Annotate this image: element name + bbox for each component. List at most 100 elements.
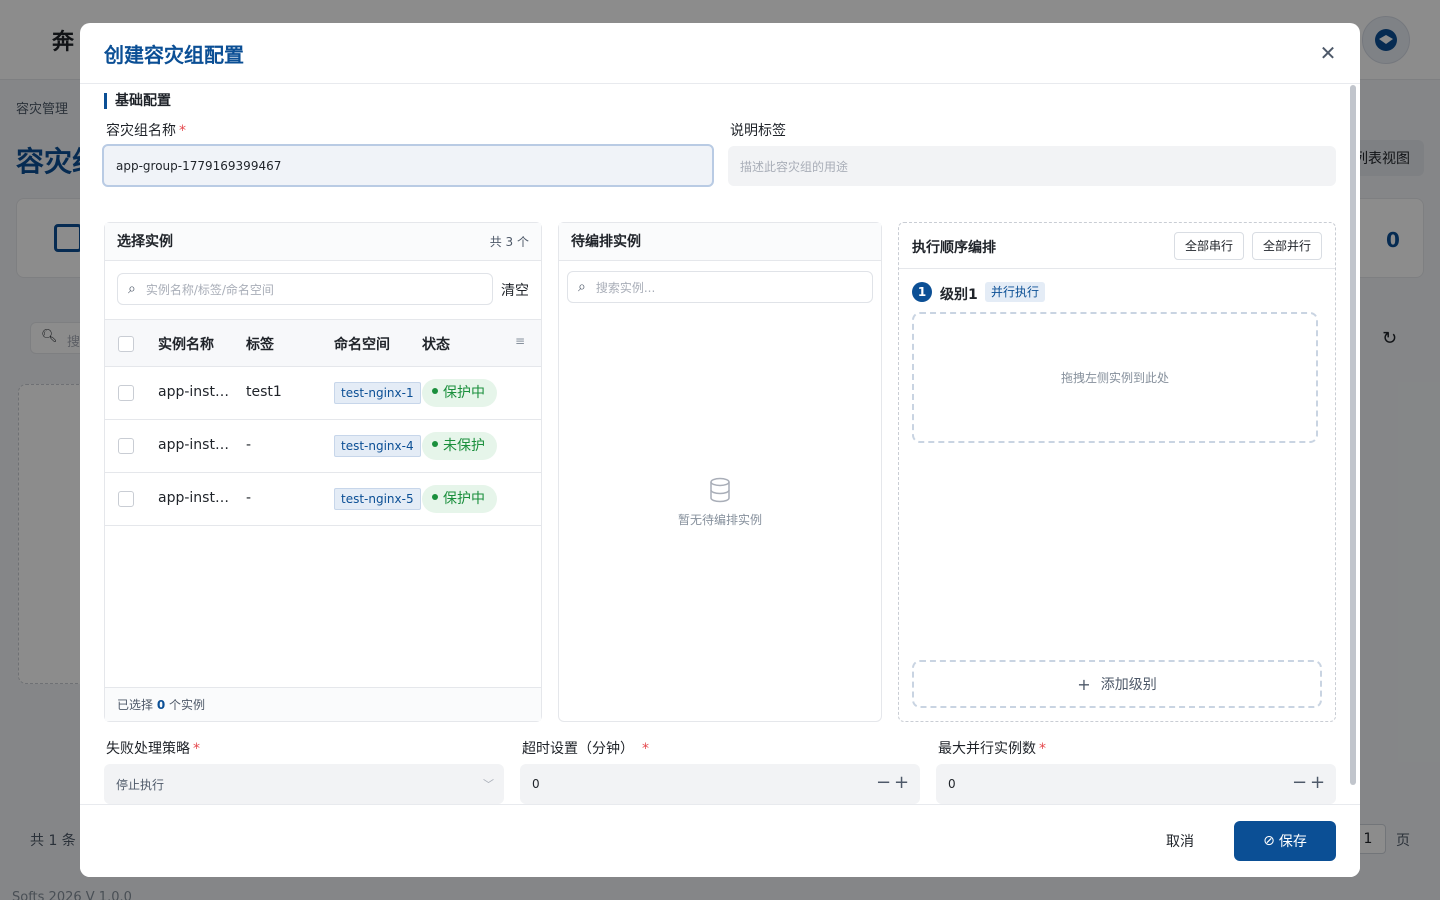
pending-search-placeholder: 搜索实例... xyxy=(595,280,656,295)
level-dropzone[interactable]: 拖拽左侧实例到此处 xyxy=(912,312,1318,443)
required-mark: * xyxy=(1039,741,1046,757)
table-row[interactable]: app-inst… - test-nginx-4 未保护 xyxy=(105,420,541,473)
timeout-label: 超时设置（分钟） * xyxy=(522,738,649,758)
filter-icon[interactable]: ≡ xyxy=(515,334,525,348)
col-status: 状态 xyxy=(422,337,450,353)
namespace-tag: test-nginx-4 xyxy=(334,435,421,457)
database-icon xyxy=(559,477,881,506)
max-parallel-input[interactable]: 0 − + xyxy=(936,764,1336,804)
plus-icon[interactable]: + xyxy=(1310,772,1325,793)
name-label: 容灾组名称 * xyxy=(106,120,186,140)
add-level-label: 添加级别 xyxy=(1100,677,1157,693)
modal-header: 创建容灾组配置 ✕ xyxy=(80,23,1360,84)
save-label: 保存 xyxy=(1278,834,1307,850)
description-input[interactable]: 描述此容灾组的用途 xyxy=(728,146,1336,186)
timeout-label-text: 超时设置（分钟） xyxy=(522,741,634,757)
selection-footer: 已选择 0 个实例 xyxy=(105,687,541,721)
status-badge: 未保护 xyxy=(422,432,497,460)
row-checkbox[interactable] xyxy=(118,385,134,401)
pending-search-input[interactable]: ⌕ 搜索实例... xyxy=(567,271,873,303)
order-panel-title: 执行顺序编排 xyxy=(912,240,996,256)
status-text: 保护中 xyxy=(443,491,485,507)
cancel-button[interactable]: 取消 xyxy=(1154,823,1206,859)
instance-count: 共 3 个 xyxy=(489,235,529,249)
instance-table-header: 实例名称 标签 命名空间 状态 ≡ xyxy=(105,319,541,367)
max-parallel-value: 0 xyxy=(948,777,956,791)
instance-search-input[interactable]: ⌕ 实例名称/标签/命名空间 xyxy=(117,273,493,305)
table-row[interactable]: app-inst… - test-nginx-5 保护中 xyxy=(105,473,541,526)
namespace-tag: test-nginx-5 xyxy=(334,488,421,510)
add-level-button[interactable]: + 添加级别 xyxy=(912,660,1322,708)
col-instance-name: 实例名称 xyxy=(158,337,214,353)
failure-strategy-value: 停止执行 xyxy=(116,777,165,792)
instance-name: app-inst… xyxy=(158,384,229,400)
status-badge: 保护中 xyxy=(422,379,497,407)
failure-strategy-label: 失败处理策略 * xyxy=(106,738,200,758)
description-placeholder: 描述此容灾组的用途 xyxy=(740,159,849,174)
minus-icon[interactable]: − xyxy=(876,772,891,793)
failure-strategy-select[interactable]: 停止执行 ﹀ xyxy=(104,764,504,804)
selected-count: 0 xyxy=(156,698,166,712)
pending-empty-text: 暂无待编排实例 xyxy=(677,513,762,527)
instance-tag: test1 xyxy=(246,384,282,400)
selected-prefix: 已选择 xyxy=(117,698,154,712)
close-icon[interactable]: ✕ xyxy=(1316,41,1340,65)
pending-panel-header: 待编排实例 xyxy=(559,223,881,261)
search-icon: ⌕ xyxy=(578,279,586,295)
instance-name: app-inst… xyxy=(158,490,229,506)
modal-title: 创建容灾组配置 xyxy=(104,43,244,67)
selected-suffix: 个实例 xyxy=(169,698,206,712)
select-instance-panel: 选择实例 共 3 个 ⌕ 实例名称/标签/命名空间 清空 实例名称 标签 命名空间 … xyxy=(104,222,542,722)
max-parallel-label-text: 最大并行实例数 xyxy=(938,741,1036,757)
required-mark: * xyxy=(179,123,186,139)
all-parallel-button[interactable]: 全部并行 xyxy=(1252,232,1323,260)
select-all-checkbox[interactable] xyxy=(118,336,134,352)
instance-tag: - xyxy=(246,490,252,506)
modal-footer: 取消 ⊘ 保存 xyxy=(80,804,1360,877)
level-name: 级别1 xyxy=(940,287,978,303)
group-name-input[interactable]: app-group-1779169399467 xyxy=(102,144,714,187)
modal-scrollbar[interactable] xyxy=(1350,85,1356,785)
required-mark: * xyxy=(642,741,649,757)
failure-label-text: 失败处理策略 xyxy=(106,741,190,757)
section-basic-title: 基础配置 xyxy=(104,93,171,109)
select-panel-header: 选择实例 共 3 个 xyxy=(105,223,541,261)
search-icon: ⌕ xyxy=(128,281,136,297)
select-panel-title: 选择实例 xyxy=(117,234,173,250)
status-badge: 保护中 xyxy=(422,485,497,513)
timeout-input[interactable]: 0 − + xyxy=(520,764,920,804)
chevron-down-icon: ﹀ xyxy=(483,778,494,791)
namespace-tag: test-nginx-1 xyxy=(334,382,421,404)
plus-icon: + xyxy=(1077,674,1091,694)
pending-instance-panel: 待编排实例 ⌕ 搜索实例... 暂无待编排实例 xyxy=(558,222,882,722)
table-row[interactable]: app-inst… test1 test-nginx-1 保护中 xyxy=(105,367,541,420)
group-name-value: app-group-1779169399467 xyxy=(116,158,282,173)
instance-tag: - xyxy=(246,437,252,453)
instance-name: app-inst… xyxy=(158,437,229,453)
all-serial-button[interactable]: 全部串行 xyxy=(1174,232,1245,260)
status-dot xyxy=(432,441,438,447)
check-circle-icon: ⊘ xyxy=(1263,833,1275,849)
col-namespace: 命名空间 xyxy=(334,337,390,353)
name-label-text: 容灾组名称 xyxy=(106,123,176,139)
status-text: 未保护 xyxy=(443,438,485,454)
row-checkbox[interactable] xyxy=(118,491,134,507)
status-dot xyxy=(432,494,438,500)
save-button[interactable]: ⊘ 保存 xyxy=(1234,821,1336,861)
instance-search-placeholder: 实例名称/标签/命名空间 xyxy=(145,282,274,297)
execution-order-panel: 执行顺序编排 全部串行 全部并行 1 级别1 并行执行 拖拽左侧实例到此处 + 添… xyxy=(898,222,1336,722)
level-badge: 1 xyxy=(912,282,932,302)
clear-button[interactable]: 清空 xyxy=(501,280,529,300)
minus-icon[interactable]: − xyxy=(1292,772,1307,793)
max-parallel-label: 最大并行实例数 * xyxy=(938,738,1046,758)
col-tag: 标签 xyxy=(246,337,274,353)
plus-icon[interactable]: + xyxy=(894,772,909,793)
order-panel-header: 执行顺序编排 全部串行 全部并行 xyxy=(899,223,1335,269)
create-group-modal: 创建容灾组配置 ✕ 基础配置 容灾组名称 * app-group-17791693… xyxy=(80,23,1360,877)
level-mode-tag[interactable]: 并行执行 xyxy=(985,282,1046,302)
desc-label: 说明标签 xyxy=(730,123,786,139)
row-checkbox[interactable] xyxy=(118,438,134,454)
timeout-value: 0 xyxy=(532,777,540,791)
status-dot xyxy=(432,388,438,394)
status-text: 保护中 xyxy=(443,385,485,401)
